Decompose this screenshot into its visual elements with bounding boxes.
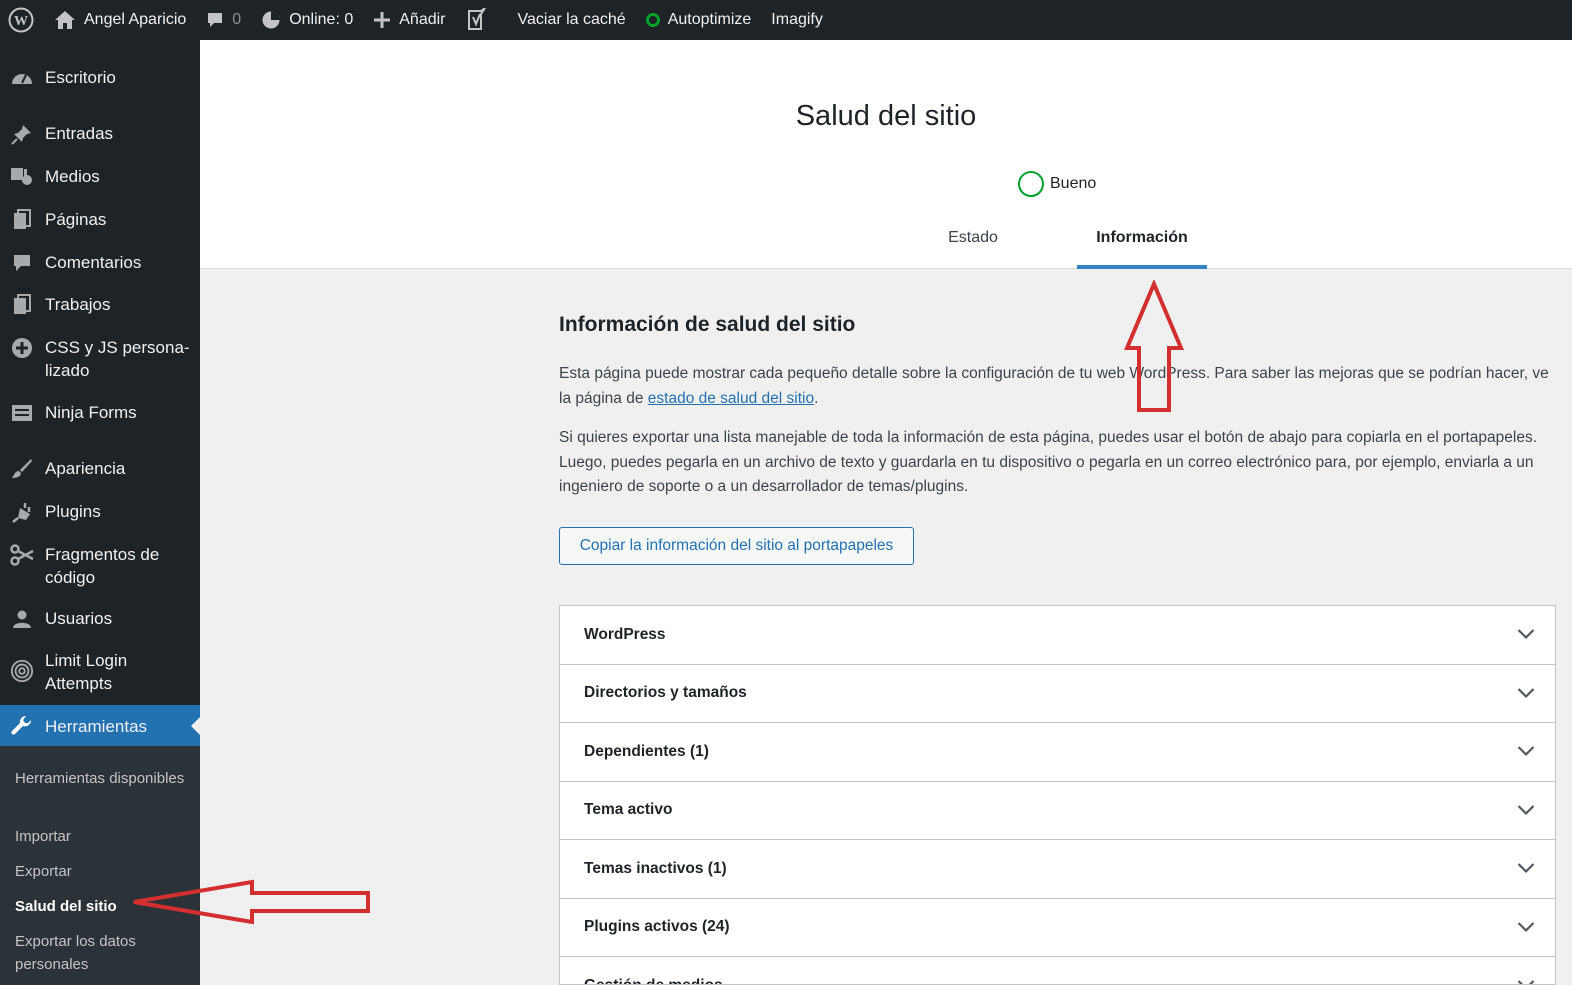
chevron-down-icon bbox=[1517, 686, 1535, 704]
comments-link[interactable]: 0 bbox=[196, 0, 251, 40]
accordion-label: Dependientes (1) bbox=[584, 742, 709, 760]
accordion-label: WordPress bbox=[584, 625, 666, 643]
imagify-link[interactable]: Imagify bbox=[761, 0, 833, 40]
health-status-label: Bueno bbox=[1050, 175, 1097, 192]
online-stats-link[interactable]: Online: 0 bbox=[251, 0, 363, 40]
add-new-link[interactable]: Añadir bbox=[363, 0, 455, 40]
wrench-icon bbox=[10, 714, 34, 738]
autoptimize-label: Autoptimize bbox=[667, 11, 752, 28]
scissors-icon bbox=[10, 543, 34, 567]
sidebar-item-label: Apariencia bbox=[45, 459, 126, 478]
admin-sidebar: Escritorio Entradas Medios Páginas Comen… bbox=[0, 40, 200, 985]
accordion-label: Tema activo bbox=[584, 801, 673, 819]
intro-paragraph: Esta página puede mostrar cada pequeño d… bbox=[559, 362, 1555, 411]
pie-chart-icon bbox=[261, 10, 281, 30]
yoast-seo-icon[interactable] bbox=[456, 0, 508, 40]
sidebar-item-label: Medios bbox=[45, 167, 100, 186]
sidebar-item-label: CSS y JS persona-lizado bbox=[45, 338, 190, 380]
pages-icon bbox=[10, 293, 34, 317]
accordion-label: Gestión de medios bbox=[584, 977, 723, 984]
clear-cache-link[interactable]: Vaciar la caché bbox=[508, 0, 636, 40]
sidebar-item-label: Comentarios bbox=[45, 253, 142, 272]
svg-text:W: W bbox=[14, 14, 28, 29]
status-dot-icon bbox=[645, 13, 660, 27]
annotation-arrow-left-icon bbox=[133, 879, 370, 925]
submenu-item-herramientas-disponibles[interactable]: Herramientas disponibles bbox=[15, 767, 195, 790]
accordion-item-temas-inactivos[interactable]: Temas inactivos (1) bbox=[560, 840, 1555, 899]
comment-icon bbox=[206, 11, 224, 29]
site-health-header: Salud del sitio Bueno Estado Información bbox=[200, 40, 1572, 269]
copy-site-info-button[interactable]: Copiar la información del sitio al porta… bbox=[559, 527, 914, 565]
health-status: Bueno bbox=[1018, 171, 1096, 197]
admin-bar: W Angel Aparicio 0 Online: 0 Añadir Vaci… bbox=[0, 0, 1572, 40]
intro-end: . bbox=[814, 389, 819, 407]
accordion-label: Temas inactivos (1) bbox=[584, 859, 727, 877]
pin-icon bbox=[10, 122, 34, 146]
submenu-item-exportar-datos[interactable]: Exportar los datos personales bbox=[15, 930, 195, 976]
chevron-down-icon bbox=[1517, 920, 1535, 938]
sidebar-item-label: Ninja Forms bbox=[45, 403, 137, 422]
accordion-label: Directorios y tamaños bbox=[584, 684, 747, 702]
accordion-item-dependientes[interactable]: Dependientes (1) bbox=[560, 723, 1555, 782]
sidebar-item-label: Entradas bbox=[45, 124, 114, 143]
sidebar-item-label: Herramientas bbox=[45, 717, 148, 736]
chevron-down-icon bbox=[1517, 803, 1535, 821]
health-circle-icon bbox=[1018, 171, 1044, 197]
wordpress-logo-icon[interactable]: W bbox=[0, 0, 44, 40]
site-name: Angel Aparicio bbox=[84, 11, 187, 28]
forms-icon bbox=[10, 401, 34, 425]
accordion-item-gestion-medios[interactable]: Gestión de medios bbox=[560, 957, 1555, 984]
plugin-icon bbox=[10, 500, 34, 524]
add-new-label: Añadir bbox=[399, 11, 446, 28]
tab-estado[interactable]: Estado bbox=[928, 224, 1018, 269]
accordion-item-wordpress[interactable]: WordPress bbox=[560, 606, 1555, 665]
sidebar-item-label: Páginas bbox=[45, 210, 107, 229]
media-icon bbox=[10, 165, 34, 189]
sidebar-item-label: Fragmentos de código bbox=[45, 545, 160, 587]
export-paragraph: Si quieres exportar una lista manejable … bbox=[559, 429, 1538, 495]
tools-submenu: Herramientas disponibles Importar Export… bbox=[0, 746, 200, 985]
sidebar-item-label: Usuarios bbox=[45, 609, 113, 628]
info-accordion: WordPress Directorios y tamaños Dependie… bbox=[559, 605, 1556, 985]
chevron-down-icon bbox=[1517, 978, 1535, 984]
clear-cache-label: Vaciar la caché bbox=[517, 11, 626, 28]
user-icon bbox=[10, 607, 34, 631]
dashboard-icon bbox=[10, 66, 34, 90]
sidebar-item-label: Limit Login Attempts bbox=[45, 651, 128, 693]
autoptimize-link[interactable]: Autoptimize bbox=[636, 0, 762, 40]
accordion-label: Plugins activos (24) bbox=[584, 918, 730, 936]
fingerprint-icon bbox=[10, 659, 34, 683]
pages-icon bbox=[10, 208, 34, 232]
submenu-item-importar[interactable]: Importar bbox=[15, 825, 195, 848]
comments-count: 0 bbox=[232, 11, 242, 28]
sidebar-item-label: Trabajos bbox=[45, 295, 111, 314]
chevron-down-icon bbox=[1517, 861, 1535, 879]
accordion-item-plugins-activos[interactable]: Plugins activos (24) bbox=[560, 899, 1555, 957]
chevron-down-icon bbox=[1517, 744, 1535, 762]
comment-icon bbox=[10, 251, 34, 275]
plus-icon bbox=[373, 11, 391, 29]
plus-circle-icon bbox=[10, 336, 34, 360]
sidebar-item-label: Escritorio bbox=[45, 68, 116, 87]
home-icon bbox=[54, 10, 76, 30]
site-health-status-link[interactable]: estado de salud del sitio bbox=[648, 390, 814, 407]
sidebar-item-herramientas[interactable]: Herramientas bbox=[0, 705, 200, 747]
sidebar-item-label: Plugins bbox=[45, 502, 101, 521]
brush-icon bbox=[10, 457, 34, 481]
site-name-link[interactable]: Angel Aparicio bbox=[44, 0, 196, 40]
imagify-label: Imagify bbox=[771, 11, 823, 28]
chevron-down-icon bbox=[1517, 627, 1535, 645]
online-count: Online: 0 bbox=[289, 11, 354, 28]
tab-informacion[interactable]: Información bbox=[1077, 224, 1207, 269]
page-title: Salud del sitio bbox=[795, 100, 977, 132]
accordion-item-tema-activo[interactable]: Tema activo bbox=[560, 782, 1555, 840]
accordion-item-directorios[interactable]: Directorios y tamaños bbox=[560, 665, 1555, 723]
section-title: Información de salud del sitio bbox=[559, 313, 856, 336]
annotation-arrow-up-icon bbox=[1123, 280, 1185, 412]
